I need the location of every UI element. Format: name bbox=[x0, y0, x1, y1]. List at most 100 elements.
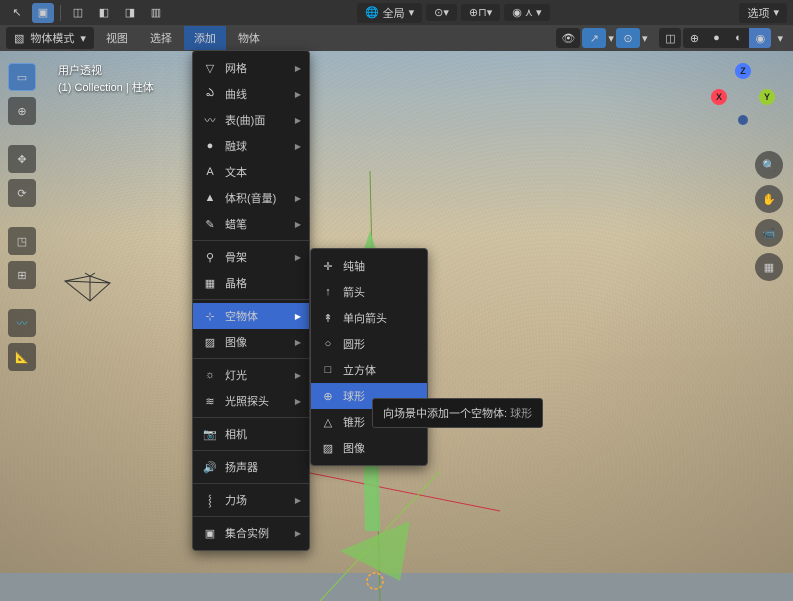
menu-item-icon: 🔊 bbox=[203, 461, 217, 474]
shading-matprev[interactable]: ◐ bbox=[727, 28, 749, 48]
options-label: 选项 bbox=[747, 5, 769, 21]
menu-select[interactable]: 选择 bbox=[140, 26, 182, 50]
add-menu-item[interactable]: A文本 bbox=[193, 159, 309, 185]
mode-selector[interactable]: ▧ 物体模式 ▾ bbox=[6, 27, 94, 49]
add-menu-item[interactable]: ఎ曲线▶ bbox=[193, 81, 309, 107]
menu-item-label: 立方体 bbox=[343, 362, 376, 378]
pivot-dropdown[interactable]: ⊙▾ bbox=[426, 4, 457, 21]
rotate-tool[interactable]: ⟳ bbox=[8, 179, 36, 207]
menu-item-icon: ⚲ bbox=[203, 251, 217, 264]
tooltip: 向场景中添加一个空物体: 球形 bbox=[372, 398, 543, 428]
gizmo-toggle[interactable]: ↗ bbox=[582, 28, 606, 48]
menu-view[interactable]: 视图 bbox=[96, 26, 138, 50]
axis-z[interactable]: Z bbox=[735, 63, 751, 79]
transform-icon-1[interactable]: ◫ bbox=[67, 3, 89, 23]
xray-toggle[interactable]: ◫ bbox=[659, 28, 681, 48]
submenu-arrow-icon: ▶ bbox=[295, 529, 301, 538]
options-dropdown[interactable]: 选项 ▾ bbox=[739, 3, 787, 23]
menu-item-icon: ▨ bbox=[203, 336, 217, 349]
menu-item-icon: ⊹ bbox=[203, 310, 217, 323]
empty-submenu-item[interactable]: ↟ 单向箭头 bbox=[311, 305, 427, 331]
empty-submenu-item[interactable]: □立方体 bbox=[311, 357, 427, 383]
menu-item-label: 融球 bbox=[225, 138, 247, 154]
left-toolbar: ▭ ⊕ ✥ ⟳ ◳ ⊞ 〰 📐 bbox=[8, 63, 36, 371]
camera-object[interactable] bbox=[60, 271, 120, 311]
empty-submenu-item[interactable]: ○圆形 bbox=[311, 331, 427, 357]
menu-item-label: 球形 bbox=[343, 388, 365, 404]
menu-object[interactable]: 物体 bbox=[228, 26, 270, 50]
axis-gizmo[interactable]: Z X Y bbox=[711, 63, 775, 127]
snap-dropdown[interactable]: ⊕⊓▾ bbox=[461, 4, 500, 21]
add-menu-item[interactable]: ≋光照探头▶ bbox=[193, 388, 309, 414]
menu-item-label: 网格 bbox=[225, 60, 247, 76]
annotate-tool[interactable]: 〰 bbox=[8, 309, 36, 337]
shading-wireframe[interactable]: ⊕ bbox=[683, 28, 705, 48]
add-menu-item[interactable]: ▽网格▶ bbox=[193, 55, 309, 81]
axis-neg-z[interactable] bbox=[738, 115, 748, 125]
submenu-arrow-icon: ▶ bbox=[295, 220, 301, 229]
menu-item-label: 曲线 bbox=[225, 86, 247, 102]
shading-rendered[interactable]: ◉ bbox=[749, 28, 771, 48]
move-tool[interactable]: ✥ bbox=[8, 145, 36, 173]
menu-separator bbox=[193, 483, 309, 484]
empty-submenu-item[interactable]: ✛纯轴 bbox=[311, 253, 427, 279]
separator bbox=[60, 5, 61, 21]
menu-item-label: 单向箭头 bbox=[343, 310, 387, 326]
xray-toggle-group: ◫ bbox=[659, 28, 681, 48]
menu-item-icon: ⊕ bbox=[321, 390, 335, 403]
menu-add[interactable]: 添加 bbox=[184, 26, 226, 50]
add-menu-item[interactable]: ▦晶格 bbox=[193, 270, 309, 296]
cursor-tool-icon[interactable]: ↖ bbox=[6, 3, 28, 23]
shading-solid[interactable]: ● bbox=[705, 28, 727, 48]
scope-label: 全局 bbox=[383, 5, 405, 21]
menu-item-icon: A bbox=[203, 166, 217, 178]
transform-icon-2[interactable]: ◧ bbox=[93, 3, 115, 23]
menu-separator bbox=[193, 417, 309, 418]
collection-label: (1) Collection | 柱体 bbox=[58, 80, 154, 97]
menu-item-icon: ↟ bbox=[321, 312, 335, 325]
menu-item-label: 图像 bbox=[225, 334, 247, 350]
scale-tool[interactable]: ◳ bbox=[8, 227, 36, 255]
menu-item-icon: ↑ bbox=[321, 286, 335, 298]
measure-tool[interactable]: 📐 bbox=[8, 343, 36, 371]
submenu-arrow-icon: ▶ bbox=[295, 64, 301, 73]
chevron-down-icon: ▾ bbox=[409, 6, 415, 19]
select-tool[interactable]: ▭ bbox=[8, 63, 36, 91]
submenu-arrow-icon: ▶ bbox=[295, 397, 301, 406]
viewport-info: 用户透视 (1) Collection | 柱体 bbox=[58, 63, 154, 96]
selectability-toggle[interactable]: 👁 bbox=[556, 28, 580, 48]
orientation-dropdown[interactable]: 🌐 全局 ▾ bbox=[357, 3, 422, 23]
axis-x[interactable]: X bbox=[711, 89, 727, 105]
add-menu-item[interactable]: ▨图像▶ bbox=[193, 329, 309, 355]
submenu-arrow-icon: ▶ bbox=[295, 194, 301, 203]
axis-y[interactable]: Y bbox=[759, 89, 775, 105]
menu-separator bbox=[193, 358, 309, 359]
transform-icon-4[interactable]: ▥ bbox=[145, 3, 167, 23]
menu-item-icon: 📷 bbox=[203, 428, 217, 441]
add-menu-item[interactable]: ⸾力场▶ bbox=[193, 487, 309, 513]
menu-item-icon: ☼ bbox=[203, 369, 217, 381]
pan-button[interactable]: ✋ bbox=[755, 185, 783, 213]
add-menu-item[interactable]: 📷相机 bbox=[193, 421, 309, 447]
camera-view-button[interactable]: 📹 bbox=[755, 219, 783, 247]
select-box-icon[interactable]: ▣ bbox=[32, 3, 54, 23]
transform-tool[interactable]: ⊞ bbox=[8, 261, 36, 289]
add-menu-item[interactable]: 🔊扬声器 bbox=[193, 454, 309, 480]
add-menu-item[interactable]: ☼灯光▶ bbox=[193, 362, 309, 388]
add-menu-item[interactable]: ⊹空物体▶ bbox=[193, 303, 309, 329]
add-menu-item[interactable]: ✎蜡笔▶ bbox=[193, 211, 309, 237]
proportional-dropdown[interactable]: ◉ ⋏ ▾ bbox=[504, 4, 549, 21]
transform-icon-3[interactable]: ◨ bbox=[119, 3, 141, 23]
empty-submenu-item[interactable]: ↑箭头 bbox=[311, 279, 427, 305]
zoom-button[interactable]: 🔍 bbox=[755, 151, 783, 179]
add-menu-item[interactable]: ▣集合实例▶ bbox=[193, 520, 309, 546]
overlay-toggle[interactable]: ⊙ bbox=[616, 28, 640, 48]
cursor-tool[interactable]: ⊕ bbox=[8, 97, 36, 125]
empty-submenu-item[interactable]: ▨图像 bbox=[311, 435, 427, 461]
menu-item-label: 晶格 bbox=[225, 275, 247, 291]
add-menu-item[interactable]: ⚲骨架▶ bbox=[193, 244, 309, 270]
perspective-toggle[interactable]: ▦ bbox=[755, 253, 783, 281]
add-menu-item[interactable]: 〰表(曲)面▶ bbox=[193, 107, 309, 133]
add-menu-item[interactable]: ▲体积(音量)▶ bbox=[193, 185, 309, 211]
add-menu-item[interactable]: ●融球▶ bbox=[193, 133, 309, 159]
